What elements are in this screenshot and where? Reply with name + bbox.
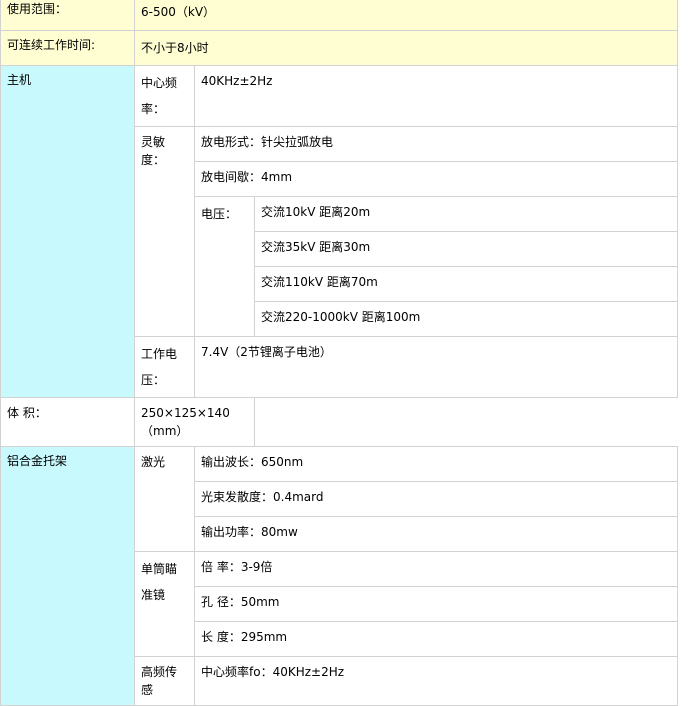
continuous-time-label: 可连续工作时间: — [0, 30, 135, 66]
working-voltage-value: 7.4V（2节锂离子电池） — [194, 336, 678, 398]
table-row: 体 积： 250×125×140（mm） — [0, 397, 678, 447]
host-label: 主机 — [0, 65, 135, 398]
voltage-item: 交流110kV 距离70m — [254, 266, 678, 302]
voltage-item: 交流220-1000kV 距离100m — [254, 301, 678, 337]
table-row: 可连续工作时间: 不小于8小时 — [0, 30, 678, 66]
volume-label: 体 积： — [0, 397, 135, 447]
scope-item: 孔 径：50mm — [194, 586, 678, 622]
voltage-label: 电压： — [194, 196, 255, 337]
laser-item: 输出功率：80mw — [194, 516, 678, 552]
laser-item: 光束发散度：0.4mard — [194, 481, 678, 517]
voltage-item: 交流35kV 距离30m — [254, 231, 678, 267]
laser-item: 输出波长：650nm — [194, 446, 678, 482]
working-voltage-label: 工作电压： — [134, 336, 195, 398]
table-row: 使用范围： 6-500（kV） — [0, 0, 678, 31]
usage-range-value: 6-500（kV） — [134, 0, 678, 31]
usage-range-label: 使用范围： — [0, 0, 135, 31]
scope-item: 长 度：295mm — [194, 621, 678, 657]
spec-table: 使用范围： 6-500（kV） 可连续工作时间: 不小于8小时 主机 中心频率：… — [0, 0, 678, 706]
sensitivity-label: 灵敏度： — [134, 126, 195, 337]
continuous-time-value: 不小于8小时 — [134, 30, 678, 66]
center-freq-label: 中心频率： — [134, 65, 195, 127]
scope-label: 单筒瞄准镜 — [134, 551, 195, 657]
bracket-label: 铝合金托架 — [0, 446, 135, 706]
scope-item: 倍 率：3-9倍 — [194, 551, 678, 587]
discharge-gap: 放电间歇：4mm — [194, 161, 678, 197]
voltage-item: 交流10kV 距离20m — [254, 196, 678, 232]
discharge-form: 放电形式：针尖拉弧放电 — [194, 126, 678, 162]
center-freq-value: 40KHz±2Hz — [194, 65, 678, 127]
volume-value: 250×125×140（mm） — [134, 397, 255, 447]
laser-label: 激光 — [134, 446, 195, 552]
table-row: 主机 中心频率： 40KHz±2Hz — [0, 65, 678, 398]
table-row: 铝合金托架 激光 输出波长：650nm — [0, 446, 678, 706]
